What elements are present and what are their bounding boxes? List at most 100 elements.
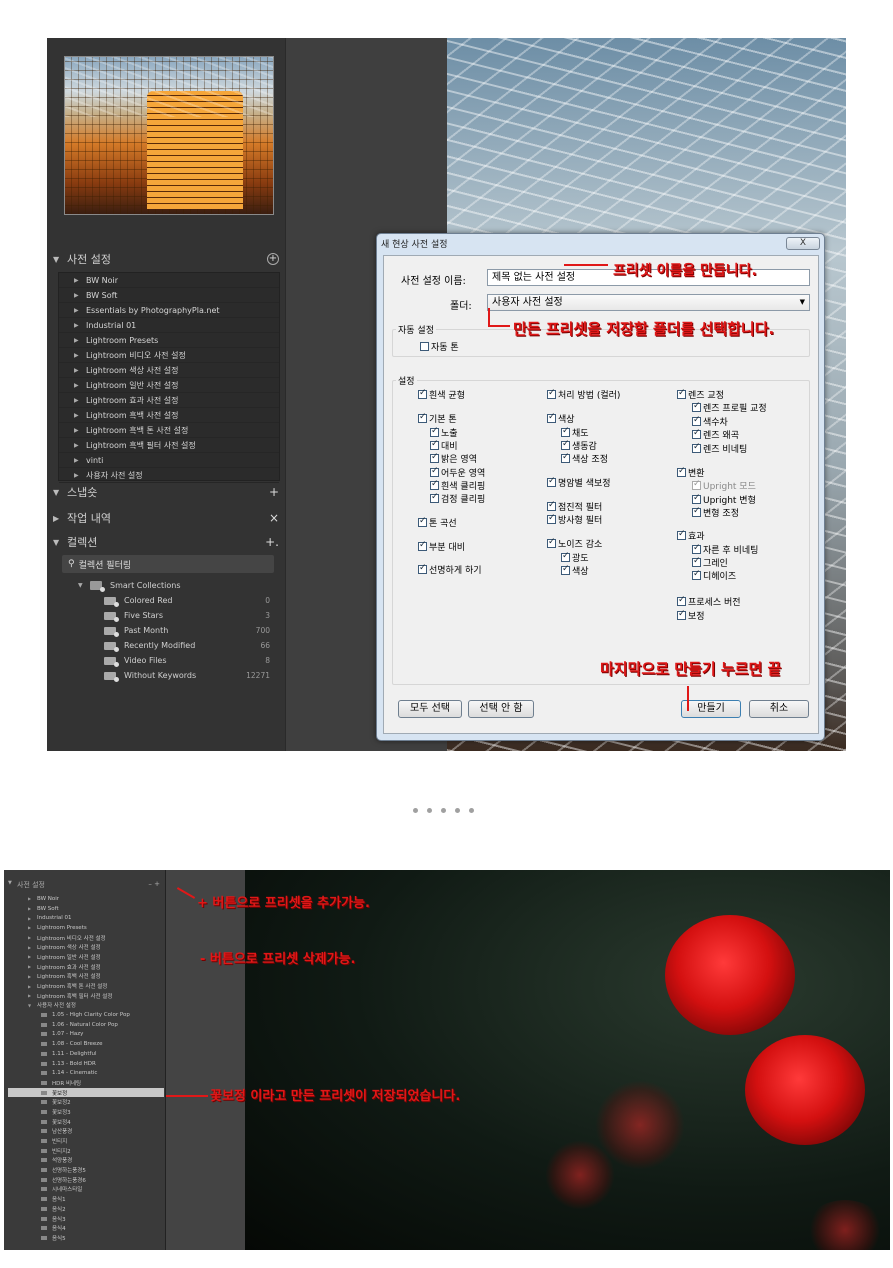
split-toning-checkbox[interactable]: 명암별 색보정 [547, 476, 611, 489]
lens-corrections-checkbox[interactable]: 렌즈 교정 [677, 388, 724, 401]
preset-item[interactable]: 음식2 [8, 1204, 164, 1214]
basic-tone-checkbox[interactable]: 기본 톤 [418, 412, 457, 425]
grain-checkbox[interactable]: 그레인 [692, 556, 728, 569]
preset-folder-item[interactable]: ▶ Industrial 01 [8, 913, 164, 923]
preset-folder-item[interactable]: ▶ Lightroom 효과 사전 설정 [8, 962, 164, 972]
preset-folder-item[interactable]: ▶ BW Noir [8, 894, 164, 904]
preset-item[interactable]: 1.14 - Cinematic [8, 1068, 164, 1078]
vibrance-checkbox[interactable]: 생동감 [561, 439, 597, 452]
smart-collection-item[interactable]: Five Stars 3 [58, 608, 280, 623]
dehaze-checkbox[interactable]: 디헤이즈 [692, 569, 736, 582]
preset-folder-item[interactable]: ▶ Lightroom 일반 사전 설정 [8, 952, 164, 962]
lens-profile-checkbox[interactable]: 렌즈 프로필 교정 [692, 401, 767, 414]
vignetting-checkbox[interactable]: 렌즈 비네팅 [692, 442, 747, 455]
preset-item[interactable]: 빈티지2 [8, 1146, 164, 1156]
preset-item[interactable]: 1.05 - High Clarity Color Pop [8, 1010, 164, 1020]
smart-collection-item[interactable]: Past Month 700 [58, 623, 280, 638]
preset-item[interactable]: 꽃보정 [8, 1087, 164, 1098]
preset-folder-item[interactable]: ▶ Lightroom 흑백 필터 사전 설정 [59, 438, 279, 453]
chromatic-checkbox[interactable]: 색수차 [692, 415, 728, 428]
preset-folder-item[interactable]: ▶ Lightroom 흑백 필터 사전 설정 [8, 991, 164, 1001]
preset-folder-item[interactable]: ▶ Lightroom 흑백 톤 사전 설정 [59, 423, 279, 438]
dialog-close-button[interactable]: X [786, 237, 820, 250]
white-balance-checkbox[interactable]: 흰색 균형 [418, 388, 465, 401]
preset-folder-item[interactable]: ▶ Essentials by PhotographyPla.net [59, 303, 279, 318]
graduated-filter-checkbox[interactable]: 점진적 필터 [547, 500, 602, 513]
transform-checkbox[interactable]: 변환 [677, 466, 705, 479]
preset-item[interactable]: 선명하는풍경6 [8, 1175, 164, 1185]
preset-folder-item[interactable]: ▶ BW Soft [59, 288, 279, 303]
preset-item[interactable]: 음식5 [8, 1233, 164, 1243]
preset-item[interactable]: 1.07 - Hazy [8, 1030, 164, 1040]
distortion-checkbox[interactable]: 렌즈 왜곡 [692, 428, 739, 441]
folder-select[interactable]: 사용자 사전 설정 ▼ [487, 294, 810, 311]
preset-folder-item[interactable]: ▶ vinti [59, 453, 279, 468]
select-all-button[interactable]: 모두 선택 [398, 700, 462, 718]
white-clipping-checkbox[interactable]: 흰색 클리핑 [430, 479, 485, 492]
create-button[interactable]: 만들기 [681, 700, 741, 718]
preset-folder-item[interactable]: ▶ Lightroom 비디오 사전 설정 [59, 348, 279, 363]
collection-filter-input[interactable]: ⚲ 컬렉션 필터링 [62, 555, 274, 573]
preset-item[interactable]: 꽃보정3 [8, 1107, 164, 1117]
color-checkbox[interactable]: 색상 [547, 412, 575, 425]
preset-folder-item[interactable]: ▶ Lightroom 흑백 사전 설정 [59, 408, 279, 423]
preset-item[interactable]: 1.06 - Natural Color Pop [8, 1020, 164, 1030]
snapshot-panel-header[interactable]: ▼ 스냅숏 + [53, 483, 281, 501]
preset-folder-item[interactable]: ▶ BW Noir [59, 273, 279, 288]
post-crop-vignette-checkbox[interactable]: 자른 후 비네팅 [692, 543, 758, 556]
preset-folder-item[interactable]: ▶ Lightroom 효과 사전 설정 [59, 393, 279, 408]
smart-collection-item[interactable]: Video Files 8 [58, 653, 280, 668]
noise-color-checkbox[interactable]: 색상 [561, 564, 589, 577]
clarity-checkbox[interactable]: 부분 대비 [418, 540, 465, 553]
smart-collection-item[interactable]: Without Keywords 12271 [58, 668, 280, 683]
preset-folder-item[interactable]: ▶ Lightroom Presets [8, 923, 164, 933]
cancel-button[interactable]: 취소 [749, 700, 809, 718]
saturation-checkbox[interactable]: 채도 [561, 426, 589, 439]
process-version-checkbox[interactable]: 프로세스 버전 [677, 595, 741, 608]
preset-folder-item[interactable]: ▶ Industrial 01 [59, 318, 279, 333]
preset-item[interactable]: 시네마스타일 [8, 1185, 164, 1195]
presets-panel-header[interactable]: ▼ 사전 설정 + [53, 250, 281, 268]
select-none-button[interactable]: 선택 안 함 [468, 700, 534, 718]
luminance-checkbox[interactable]: 광도 [561, 551, 589, 564]
effects-checkbox[interactable]: 효과 [677, 529, 705, 542]
add-preset-button[interactable]: + [267, 253, 279, 265]
highlights-checkbox[interactable]: 밝은 영역 [430, 452, 477, 465]
preset-folder-item[interactable]: ▶ Lightroom 색상 사전 설정 [59, 363, 279, 378]
preset-folder-item[interactable]: ▶ BW Soft [8, 904, 164, 914]
preset-folder-item[interactable]: ▶ Lightroom 흑백 톤 사전 설정 [8, 981, 164, 991]
radial-filter-checkbox[interactable]: 방사형 필터 [547, 513, 602, 526]
smart-collections-folder[interactable]: ▼ Smart Collections [58, 578, 280, 593]
smart-collection-item[interactable]: Recently Modified 66 [58, 638, 280, 653]
transform-adjust-checkbox[interactable]: 변형 조정 [692, 506, 739, 519]
preset-folder-item[interactable]: ▶ Lightroom 비디오 사전 설정 [8, 933, 164, 943]
preset-folder-item[interactable]: ▶ Lightroom Presets [59, 333, 279, 348]
smart-collection-item[interactable]: Colored Red 0 [58, 593, 280, 608]
add-remove-buttons[interactable]: – + [148, 880, 160, 888]
contrast-checkbox[interactable]: 대비 [430, 439, 458, 452]
preset-item[interactable]: 1.11 - Delightful [8, 1049, 164, 1059]
auto-tone-checkbox[interactable]: 자동 톤 [420, 340, 459, 353]
exposure-checkbox[interactable]: 노출 [430, 426, 458, 439]
sharpening-checkbox[interactable]: 선명하게 하기 [418, 563, 482, 576]
tone-curve-checkbox[interactable]: 톤 곡선 [418, 516, 457, 529]
preset-item[interactable]: 꽃보정2 [8, 1097, 164, 1107]
preset-folder-item[interactable]: ▶ Lightroom 일반 사전 설정 [59, 378, 279, 393]
color-adjust-checkbox[interactable]: 색상 조정 [561, 452, 608, 465]
preset-item[interactable]: 석양풍경 [8, 1156, 164, 1166]
preset-item[interactable]: 빈티지 [8, 1136, 164, 1146]
upright-mode-checkbox[interactable]: Upright 모드 [692, 479, 756, 492]
preset-item[interactable]: 1.08 - Cool Breeze [8, 1039, 164, 1049]
preset-item[interactable]: 꽃보정4 [8, 1117, 164, 1127]
upright-transforms-checkbox[interactable]: Upright 변형 [692, 493, 756, 506]
preset-folder-item[interactable]: ▼ 사용자 사전 설정 [8, 1001, 164, 1011]
black-clipping-checkbox[interactable]: 검정 클리핑 [430, 492, 485, 505]
add-snapshot-button[interactable]: + [269, 485, 279, 499]
preset-folder-item[interactable]: ▶ Lightroom 색상 사전 설정 [8, 942, 164, 952]
process-checkbox[interactable]: 처리 방법 (컬러) [547, 388, 620, 401]
preset-item[interactable]: 음식1 [8, 1194, 164, 1204]
preset-item[interactable]: HDR 비네팅 [8, 1078, 164, 1088]
calibration-checkbox[interactable]: 보정 [677, 609, 705, 622]
shadows-checkbox[interactable]: 어두운 영역 [430, 466, 485, 479]
noise-reduction-checkbox[interactable]: 노이즈 감소 [547, 537, 602, 550]
